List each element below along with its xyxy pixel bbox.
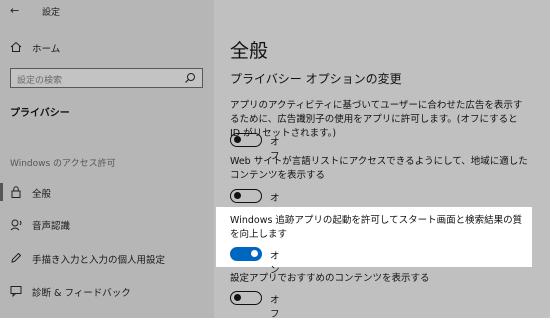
toggle-knob (234, 294, 241, 301)
home-icon (9, 40, 23, 54)
category-title: プライバシー (10, 108, 70, 119)
sidebar-item-diagnostics[interactable]: 診断 & フィードバック (0, 280, 214, 304)
pen-icon (9, 251, 23, 265)
title-bar: ← 設定 (0, 0, 214, 24)
toggle-state-label: オフ (270, 295, 280, 320)
toggle-switch[interactable] (230, 189, 262, 203)
toggle-knob (234, 192, 241, 199)
section-subtitle: プライバシー オプションの変更 (230, 72, 402, 86)
setting-language-list: Web サイトが言語リストにアクセスできるようにして、地域に適したコンテンツを表… (230, 155, 530, 183)
home-label: ホーム (32, 44, 61, 55)
toggle-knob (234, 136, 241, 143)
toggle-state-label: オン (270, 251, 280, 276)
back-arrow-icon[interactable]: ← (10, 4, 19, 17)
search-placeholder: 設定の検索 (17, 76, 63, 86)
setting-app-launch-tracking: Windows 追跡アプリの起動を許可してスタート画面と検索結果の質を向上します (230, 214, 526, 242)
sidebar-item-label: 音声認識 (32, 221, 71, 232)
feedback-icon (9, 284, 23, 298)
main-panel: 全般 プライバシー オプションの変更 アプリのアクティビティに基づいてユーザーに… (214, 0, 550, 320)
sidebar-item-speech[interactable]: 音声認識 (0, 213, 214, 237)
search-icon[interactable] (184, 72, 196, 84)
lock-icon (9, 185, 23, 199)
sidebar-item-general[interactable]: 全般 (0, 181, 214, 205)
highlighted-setting-app-launch-tracking: Windows 追跡アプリの起動を許可してスタート画面と検索結果の質を向上します… (216, 207, 532, 276)
sidebar-item-label: 手描き入力と入力の個人用設定 (32, 255, 166, 266)
toggle-switch[interactable] (230, 133, 262, 147)
search-input[interactable]: 設定の検索 (10, 68, 203, 88)
sidebar: ← 設定 ホーム 設定の検索 プライバシー Windows のアクセス許可 全般… (0, 0, 214, 318)
page-title: 全般 (230, 40, 269, 62)
speech-icon (9, 217, 23, 231)
toggle-knob (251, 250, 258, 257)
setting-description: Windows 追跡アプリの起動を許可してスタート画面と検索結果の質を向上します (230, 215, 523, 240)
toggle-switch[interactable] (230, 247, 262, 261)
sidebar-item-label: 診断 & フィードバック (32, 288, 131, 299)
setting-description: Web サイトが言語リストにアクセスできるようにして、地域に適したコンテンツを表… (230, 156, 528, 181)
sidebar-item-home[interactable]: ホーム (0, 36, 214, 60)
toggle-switch[interactable] (230, 291, 262, 305)
section-heading: Windows のアクセス許可 (10, 159, 116, 169)
sidebar-item-label: 全般 (32, 189, 52, 200)
sidebar-item-inking[interactable]: 手描き入力と入力の個人用設定 (0, 247, 214, 271)
app-title: 設定 (42, 8, 61, 18)
